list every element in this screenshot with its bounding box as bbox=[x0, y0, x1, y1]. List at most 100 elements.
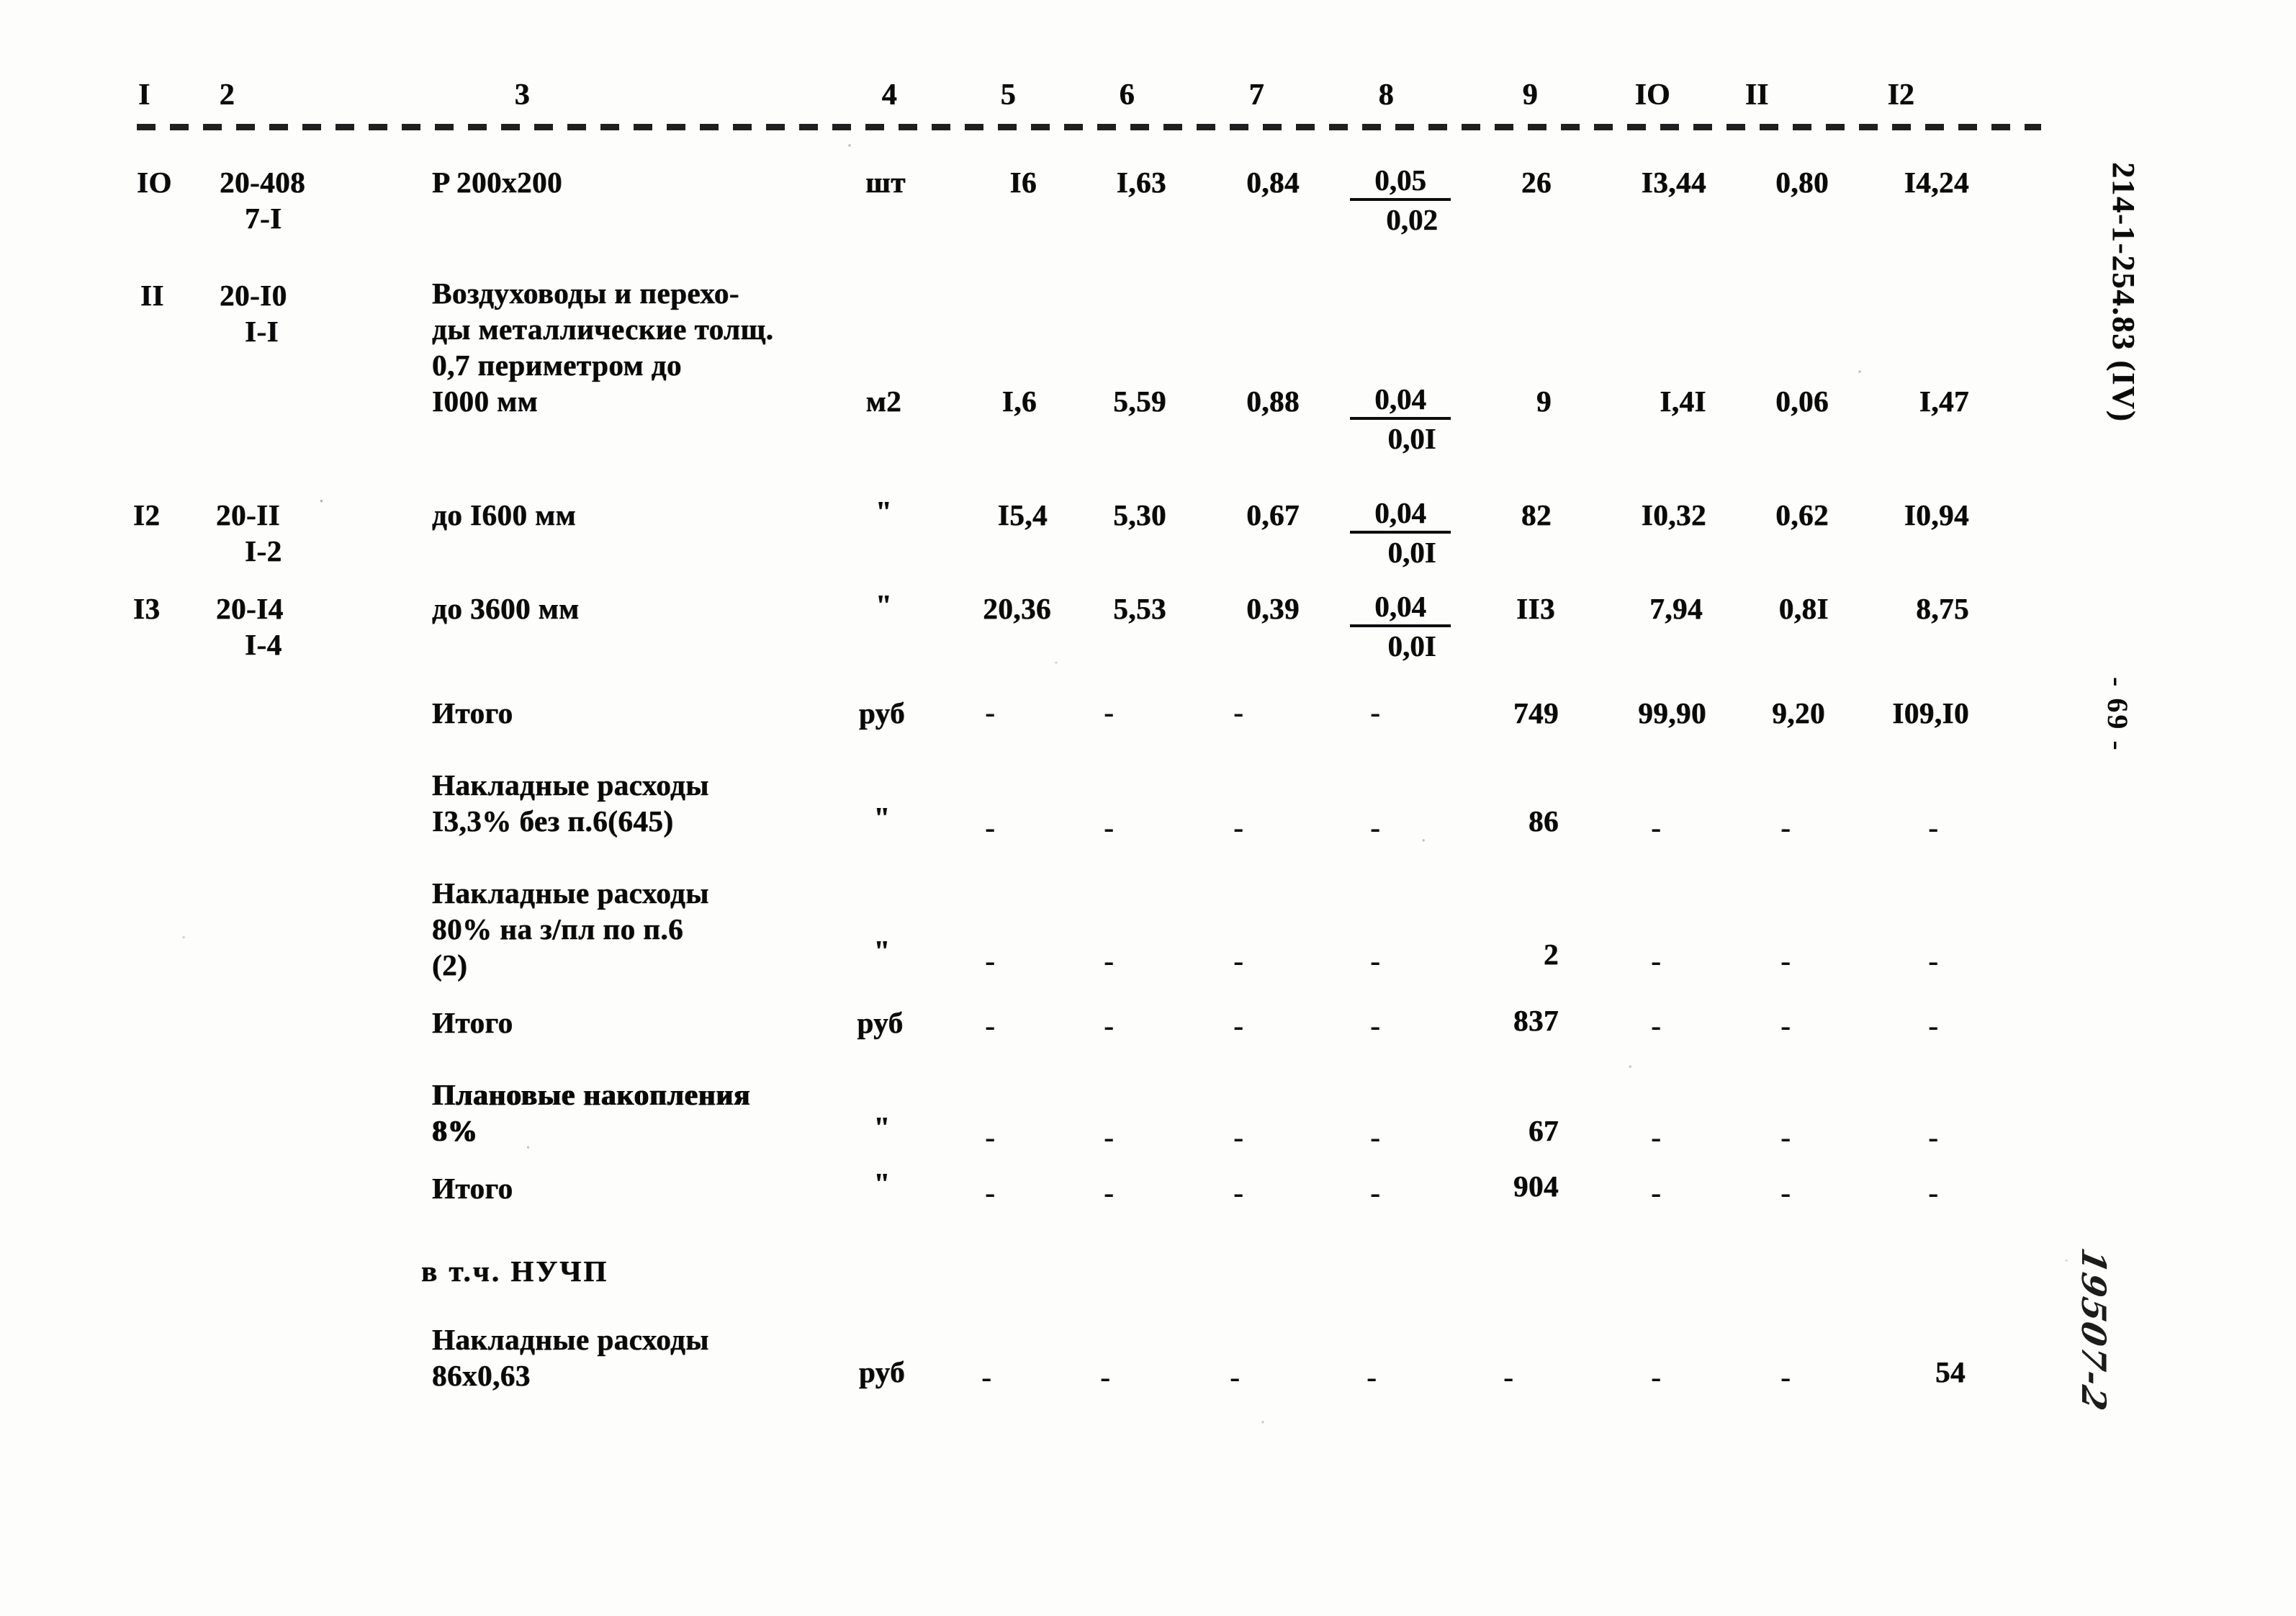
table-row: I,63 bbox=[1116, 166, 1166, 199]
footer-dash: - bbox=[1230, 1360, 1240, 1393]
summary-dash: - bbox=[1104, 1176, 1114, 1209]
table-row: 20-I4 bbox=[216, 592, 284, 625]
summary-dash: - bbox=[1651, 1009, 1661, 1042]
table-row: I0,32 bbox=[1641, 498, 1706, 531]
summary-dash: - bbox=[1370, 944, 1380, 977]
summary-dash: - bbox=[1370, 1009, 1380, 1042]
summary-row-label: Накладные расходы bbox=[432, 876, 709, 910]
summary-dash: - bbox=[1370, 1121, 1380, 1154]
table-row: 20-I0 bbox=[220, 279, 287, 312]
table-row: 0,39 bbox=[1246, 592, 1300, 625]
table-row: до I600 мм bbox=[432, 498, 577, 531]
summary-dash: - bbox=[1928, 944, 1938, 977]
table-row: I2 bbox=[133, 498, 161, 531]
column-header-6: 6 bbox=[1119, 78, 1135, 112]
summary-row-unit: " bbox=[873, 1110, 891, 1144]
summary-row-value: 67 bbox=[1529, 1114, 1559, 1147]
table-row: 0,06 bbox=[1775, 385, 1829, 418]
table-row: II3 bbox=[1516, 592, 1555, 625]
fraction-numerator: 0,04 bbox=[1350, 589, 1451, 627]
summary-dash: - bbox=[1651, 811, 1661, 844]
footer-dash: - bbox=[1780, 1360, 1791, 1393]
table-row: I,47 bbox=[1919, 385, 1969, 418]
summary-row-unit: " bbox=[873, 801, 891, 834]
fraction-denominator: 0,0I bbox=[1387, 629, 1436, 663]
summary-dash: - bbox=[1233, 1121, 1243, 1154]
footer-dash: - bbox=[981, 1360, 991, 1393]
summary-dash: - bbox=[1104, 944, 1114, 977]
fraction-denominator: 0,02 bbox=[1386, 203, 1438, 236]
summary-dash: - bbox=[985, 1176, 995, 1209]
table-row: 5,30 bbox=[1113, 498, 1166, 531]
summary-row-value: 749 bbox=[1513, 696, 1559, 730]
fraction-numerator: 0,04 bbox=[1350, 495, 1451, 534]
table-row: " bbox=[875, 495, 893, 528]
table-row: I5,4 bbox=[997, 498, 1048, 531]
summary-dash: - bbox=[1780, 1121, 1791, 1154]
summary-row-label: I3,3% без п.6(645) bbox=[432, 804, 674, 838]
table-row: 7-I bbox=[245, 202, 282, 235]
summary-row-label: Итого bbox=[432, 1006, 513, 1039]
summary-row-label: (2) bbox=[432, 948, 468, 982]
table-row: I-I bbox=[245, 315, 279, 348]
summary-row-unit: руб bbox=[858, 696, 906, 730]
table-row: 0,80 bbox=[1775, 166, 1829, 199]
table-row: 8,75 bbox=[1916, 592, 1969, 625]
column-header-12: I2 bbox=[1887, 78, 1914, 112]
summary-dash: - bbox=[1233, 1176, 1243, 1209]
summary-dash: - bbox=[1370, 1176, 1380, 1209]
summary-row-unit: " bbox=[873, 1167, 891, 1200]
summary-row-value: 837 bbox=[1513, 1004, 1559, 1037]
table-row: I-4 bbox=[245, 628, 282, 661]
fraction-denominator: 0,0I bbox=[1387, 536, 1436, 569]
summary-dash: - bbox=[1104, 696, 1114, 729]
fraction-numerator: 0,05 bbox=[1350, 163, 1451, 201]
scanned-page: I 2 3 4 5 6 7 8 9 IO II I2 IO 20-408 7-I… bbox=[0, 0, 2296, 1616]
table-row: 5,59 bbox=[1113, 385, 1166, 418]
summary-dash: - bbox=[985, 811, 995, 844]
table-row: 82 bbox=[1521, 498, 1552, 531]
summary-dash: - bbox=[1370, 696, 1380, 729]
column-header-11: II bbox=[1744, 78, 1769, 112]
column-header-10: IO bbox=[1634, 78, 1670, 112]
table-row: I000 мм bbox=[432, 385, 539, 418]
table-row: I3 bbox=[133, 592, 161, 625]
column-header-5: 5 bbox=[1000, 78, 1016, 112]
table-row: I3,44 bbox=[1641, 166, 1706, 199]
fraction-numerator: 0,04 bbox=[1350, 382, 1451, 420]
table-row: 0,8I bbox=[1778, 592, 1829, 625]
footer-row-label: 86х0,63 bbox=[432, 1359, 531, 1392]
summary-row-label: Итого bbox=[432, 1172, 513, 1205]
table-row: шт bbox=[865, 166, 906, 199]
summary-row-label: 80% на з/пл по п.6 bbox=[432, 912, 684, 946]
summary-dash: - bbox=[1233, 1009, 1243, 1042]
footer-dash: - bbox=[1367, 1360, 1377, 1393]
table-row: II bbox=[140, 279, 164, 312]
table-row: I4,24 bbox=[1904, 166, 1969, 199]
table-row: 0,62 bbox=[1775, 498, 1829, 531]
table-row: м2 bbox=[865, 385, 902, 418]
footer-row-label: Накладные расходы bbox=[432, 1323, 709, 1356]
table-row-fraction: 0,04 0,0I bbox=[1350, 495, 1451, 570]
summary-row-value: 904 bbox=[1513, 1170, 1559, 1203]
table-row: " bbox=[875, 588, 893, 621]
summary-row-label: 8% bbox=[432, 1114, 478, 1147]
table-row: до 3600 мм bbox=[432, 592, 580, 625]
table-row: 0,88 bbox=[1246, 385, 1300, 418]
footer-dash: - bbox=[1503, 1360, 1513, 1393]
column-header-2: 2 bbox=[219, 78, 235, 112]
summary-dash: - bbox=[1233, 696, 1243, 729]
table-row: 0,67 bbox=[1246, 498, 1300, 531]
column-header-9: 9 bbox=[1522, 78, 1538, 112]
summary-dash: - bbox=[1928, 1176, 1938, 1209]
summary-dash: - bbox=[1780, 1176, 1791, 1209]
column-header-7: 7 bbox=[1248, 78, 1264, 112]
summary-row-label: Накладные расходы bbox=[432, 768, 709, 802]
table-row: 0,84 bbox=[1246, 166, 1300, 199]
table-row: 9 bbox=[1536, 385, 1552, 418]
fraction-denominator: 0,0I bbox=[1387, 422, 1436, 455]
summary-dash: - bbox=[1370, 811, 1380, 844]
footer-dash: - bbox=[1100, 1360, 1110, 1393]
column-header-1: I bbox=[138, 78, 150, 112]
table-row: ды металлические толщ. bbox=[432, 313, 774, 346]
